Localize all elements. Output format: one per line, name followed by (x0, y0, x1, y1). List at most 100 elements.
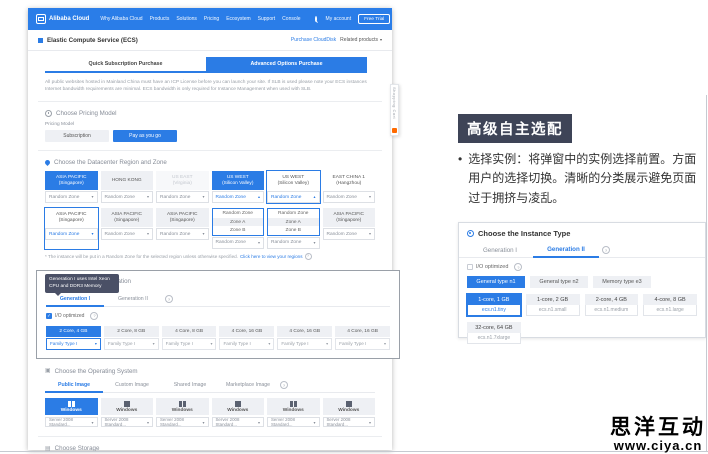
clock-icon (45, 110, 52, 117)
family-type-select[interactable]: Family Type I (104, 338, 159, 350)
region-card-us-west-2[interactable]: US WEST(Silicon Valley) (267, 171, 320, 190)
tab-shared-image[interactable]: Shared Image (161, 379, 219, 391)
tab-generation-1[interactable]: Generation I (467, 244, 533, 257)
os-version-select[interactable]: Server 2008 Standard... (156, 417, 209, 427)
family-type-select[interactable]: Family Type I (277, 338, 332, 350)
zone-select[interactable]: Random Zone (45, 191, 98, 203)
chevron-down-icon (380, 37, 382, 43)
os-card-windows[interactable]: Windows (45, 398, 98, 416)
instance-small[interactable]: 1-core, 2 GB ecs.n1.small (526, 294, 580, 316)
tab-generation-2[interactable]: Generation II (533, 243, 599, 258)
nav-item-ecosystem[interactable]: Ecosystem (226, 16, 250, 22)
instance-large[interactable]: 4-core, 8 GB ecs.n1.large (643, 294, 697, 316)
help-icon[interactable] (514, 263, 522, 271)
region-card-asia-pacific[interactable]: ASIA PACIFIC(Singapore) (45, 171, 98, 190)
region-card-asia-pacific[interactable]: ASIA PACIFIC(Singapore) (45, 208, 98, 227)
tab-generation-2[interactable]: Generation II (104, 293, 162, 305)
zone-select[interactable]: Random Zone (323, 191, 376, 203)
alibaba-cloud-logo[interactable]: Alibaba Cloud (36, 14, 89, 24)
instance-option-2[interactable]: 2 Core, 8 GB Family Type I (104, 326, 159, 350)
tab-public-image[interactable]: Public Image (45, 379, 103, 393)
zone-select[interactable]: Random Zone (101, 191, 154, 203)
nav-item-why-alibaba-cloud[interactable]: Why Alibaba Cloud (100, 16, 142, 22)
nav-item-pricing[interactable]: Pricing (204, 16, 219, 22)
zone-option-b[interactable]: Zone B (213, 226, 264, 235)
slide-canvas: Alibaba Cloud Why Alibaba Cloud Products… (0, 0, 708, 454)
subscription-button[interactable]: Subscription (45, 130, 109, 142)
nav-item-products[interactable]: Products (150, 16, 170, 22)
view-regions-link[interactable]: Click here to view your regions (240, 254, 303, 259)
instance-tiny[interactable]: 1-core, 1 GB ecs.n1.tiny (467, 294, 521, 316)
chevron-down-icon (202, 194, 204, 200)
zone-select-open[interactable]: Random Zone (267, 191, 320, 203)
family-type-select[interactable]: Family Type I (335, 338, 390, 350)
zone-option-a[interactable]: Zone A (268, 218, 319, 227)
region-card-asia-pacific[interactable]: ASIA PACIFIC(Singapore) (101, 208, 154, 227)
category-general-n1[interactable]: General type n1 (467, 276, 525, 288)
help-icon[interactable] (602, 246, 610, 254)
os-version-select[interactable]: Server 2008 Standard... (267, 417, 320, 427)
family-type-select[interactable]: Family Type I (46, 338, 101, 350)
os-card-windows[interactable]: Windows (101, 398, 154, 416)
instance-medium[interactable]: 2-core, 4 GB ecs.n1.medium (585, 294, 639, 316)
nav-item-solutions[interactable]: Solutions (176, 16, 197, 22)
instance-option-1[interactable]: 2 Core, 4 GB Family Type I (46, 326, 101, 350)
os-version-select[interactable]: Server 2008 Standard... (101, 417, 154, 427)
chevron-down-icon (153, 341, 155, 346)
os-version-select[interactable]: Server 2008 Standard... (212, 417, 265, 427)
tab-quick-subscription[interactable]: Quick Subscription Purchase (45, 57, 206, 73)
tab-marketplace-image[interactable]: Marketplace Image (219, 379, 277, 391)
region-card-east-china-1[interactable]: EAST CHINA 1(Hangzhou) (323, 171, 376, 190)
help-icon[interactable] (280, 381, 288, 389)
nav-item-support[interactable]: Support (258, 16, 276, 22)
my-account-link[interactable]: My account (326, 16, 352, 22)
instance-option-3[interactable]: 4 Core, 8 GB Family Type I (162, 326, 217, 350)
zone-select[interactable]: Random Zone (323, 228, 376, 240)
zone-select-open[interactable]: Random Zone (212, 191, 265, 203)
windows-logo-icon (179, 401, 186, 408)
instance-option-6[interactable]: 4 Core, 16 GB Family Type I (335, 326, 390, 350)
zone-option-b[interactable]: Zone B (268, 226, 319, 235)
zone-select[interactable]: Random Zone (101, 228, 154, 240)
region-card-hong-kong[interactable]: HONG KONG (101, 171, 154, 190)
zone-option-random[interactable]: Random Zone (213, 209, 264, 218)
family-type-select[interactable]: Family Type I (219, 338, 274, 350)
detail-instance-grid-row2: 32-core, 64 GB ecs.n1.7xlarge (467, 322, 697, 344)
io-optimized-checkbox[interactable] (46, 313, 52, 319)
category-memory-e3[interactable]: Memory type e3 (593, 276, 651, 288)
os-card-windows[interactable]: Windows (323, 398, 376, 416)
io-optimized-checkbox[interactable] (467, 264, 473, 270)
search-icon[interactable] (315, 16, 317, 22)
os-version-select[interactable]: Server 2008 Standard... (323, 417, 376, 427)
zone-option-a[interactable]: Zone A (213, 218, 264, 227)
shopping-cart-tab[interactable]: Shopping Cart (390, 84, 399, 136)
os-card-windows[interactable]: Windows (156, 398, 209, 416)
zone-select[interactable]: Random Zone (156, 228, 209, 240)
os-card-windows[interactable]: Windows (267, 398, 320, 416)
region-card-asia-pacific[interactable]: ASIA PACIFIC(Singapore) (323, 208, 376, 227)
zone-select[interactable]: Random Zone (212, 237, 265, 249)
help-icon[interactable] (90, 312, 98, 320)
zone-select[interactable]: Random Zone (267, 237, 320, 249)
category-general-n2[interactable]: General type n2 (530, 276, 588, 288)
os-card-windows[interactable]: Windows (212, 398, 265, 416)
region-card-asia-pacific[interactable]: ASIA PACIFIC(Singapore) (156, 208, 209, 227)
related-products-dropdown[interactable]: Related products (340, 37, 382, 43)
zone-option-random[interactable]: Random Zone (268, 209, 319, 218)
nav-item-console[interactable]: Console (282, 16, 300, 22)
tab-advanced-options[interactable]: Advanced Options Purchase (206, 57, 367, 73)
instance-7xlarge[interactable]: 32-core, 64 GB ecs.n1.7xlarge (467, 322, 521, 344)
instance-option-5[interactable]: 4 Core, 16 GB Family Type I (277, 326, 332, 350)
instance-option-4[interactable]: 4 Core, 16 GB Family Type I (219, 326, 274, 350)
help-icon[interactable] (305, 253, 312, 260)
cart-icon (392, 128, 397, 133)
tab-custom-image[interactable]: Custom Image (103, 379, 161, 391)
zone-select[interactable]: Random Zone (45, 228, 98, 240)
os-version-select[interactable]: Server 2008 Standard... (45, 417, 98, 427)
help-icon[interactable] (165, 295, 173, 303)
pay-as-you-go-button[interactable]: Pay as you go (113, 130, 177, 142)
free-trial-button[interactable]: Free Trial (358, 14, 390, 24)
region-card-us-west[interactable]: US WEST(Silicon Valley) (212, 171, 265, 190)
family-type-select[interactable]: Family Type I (162, 338, 217, 350)
purchase-clouddisk-link[interactable]: Purchase CloudDisk (291, 37, 336, 43)
